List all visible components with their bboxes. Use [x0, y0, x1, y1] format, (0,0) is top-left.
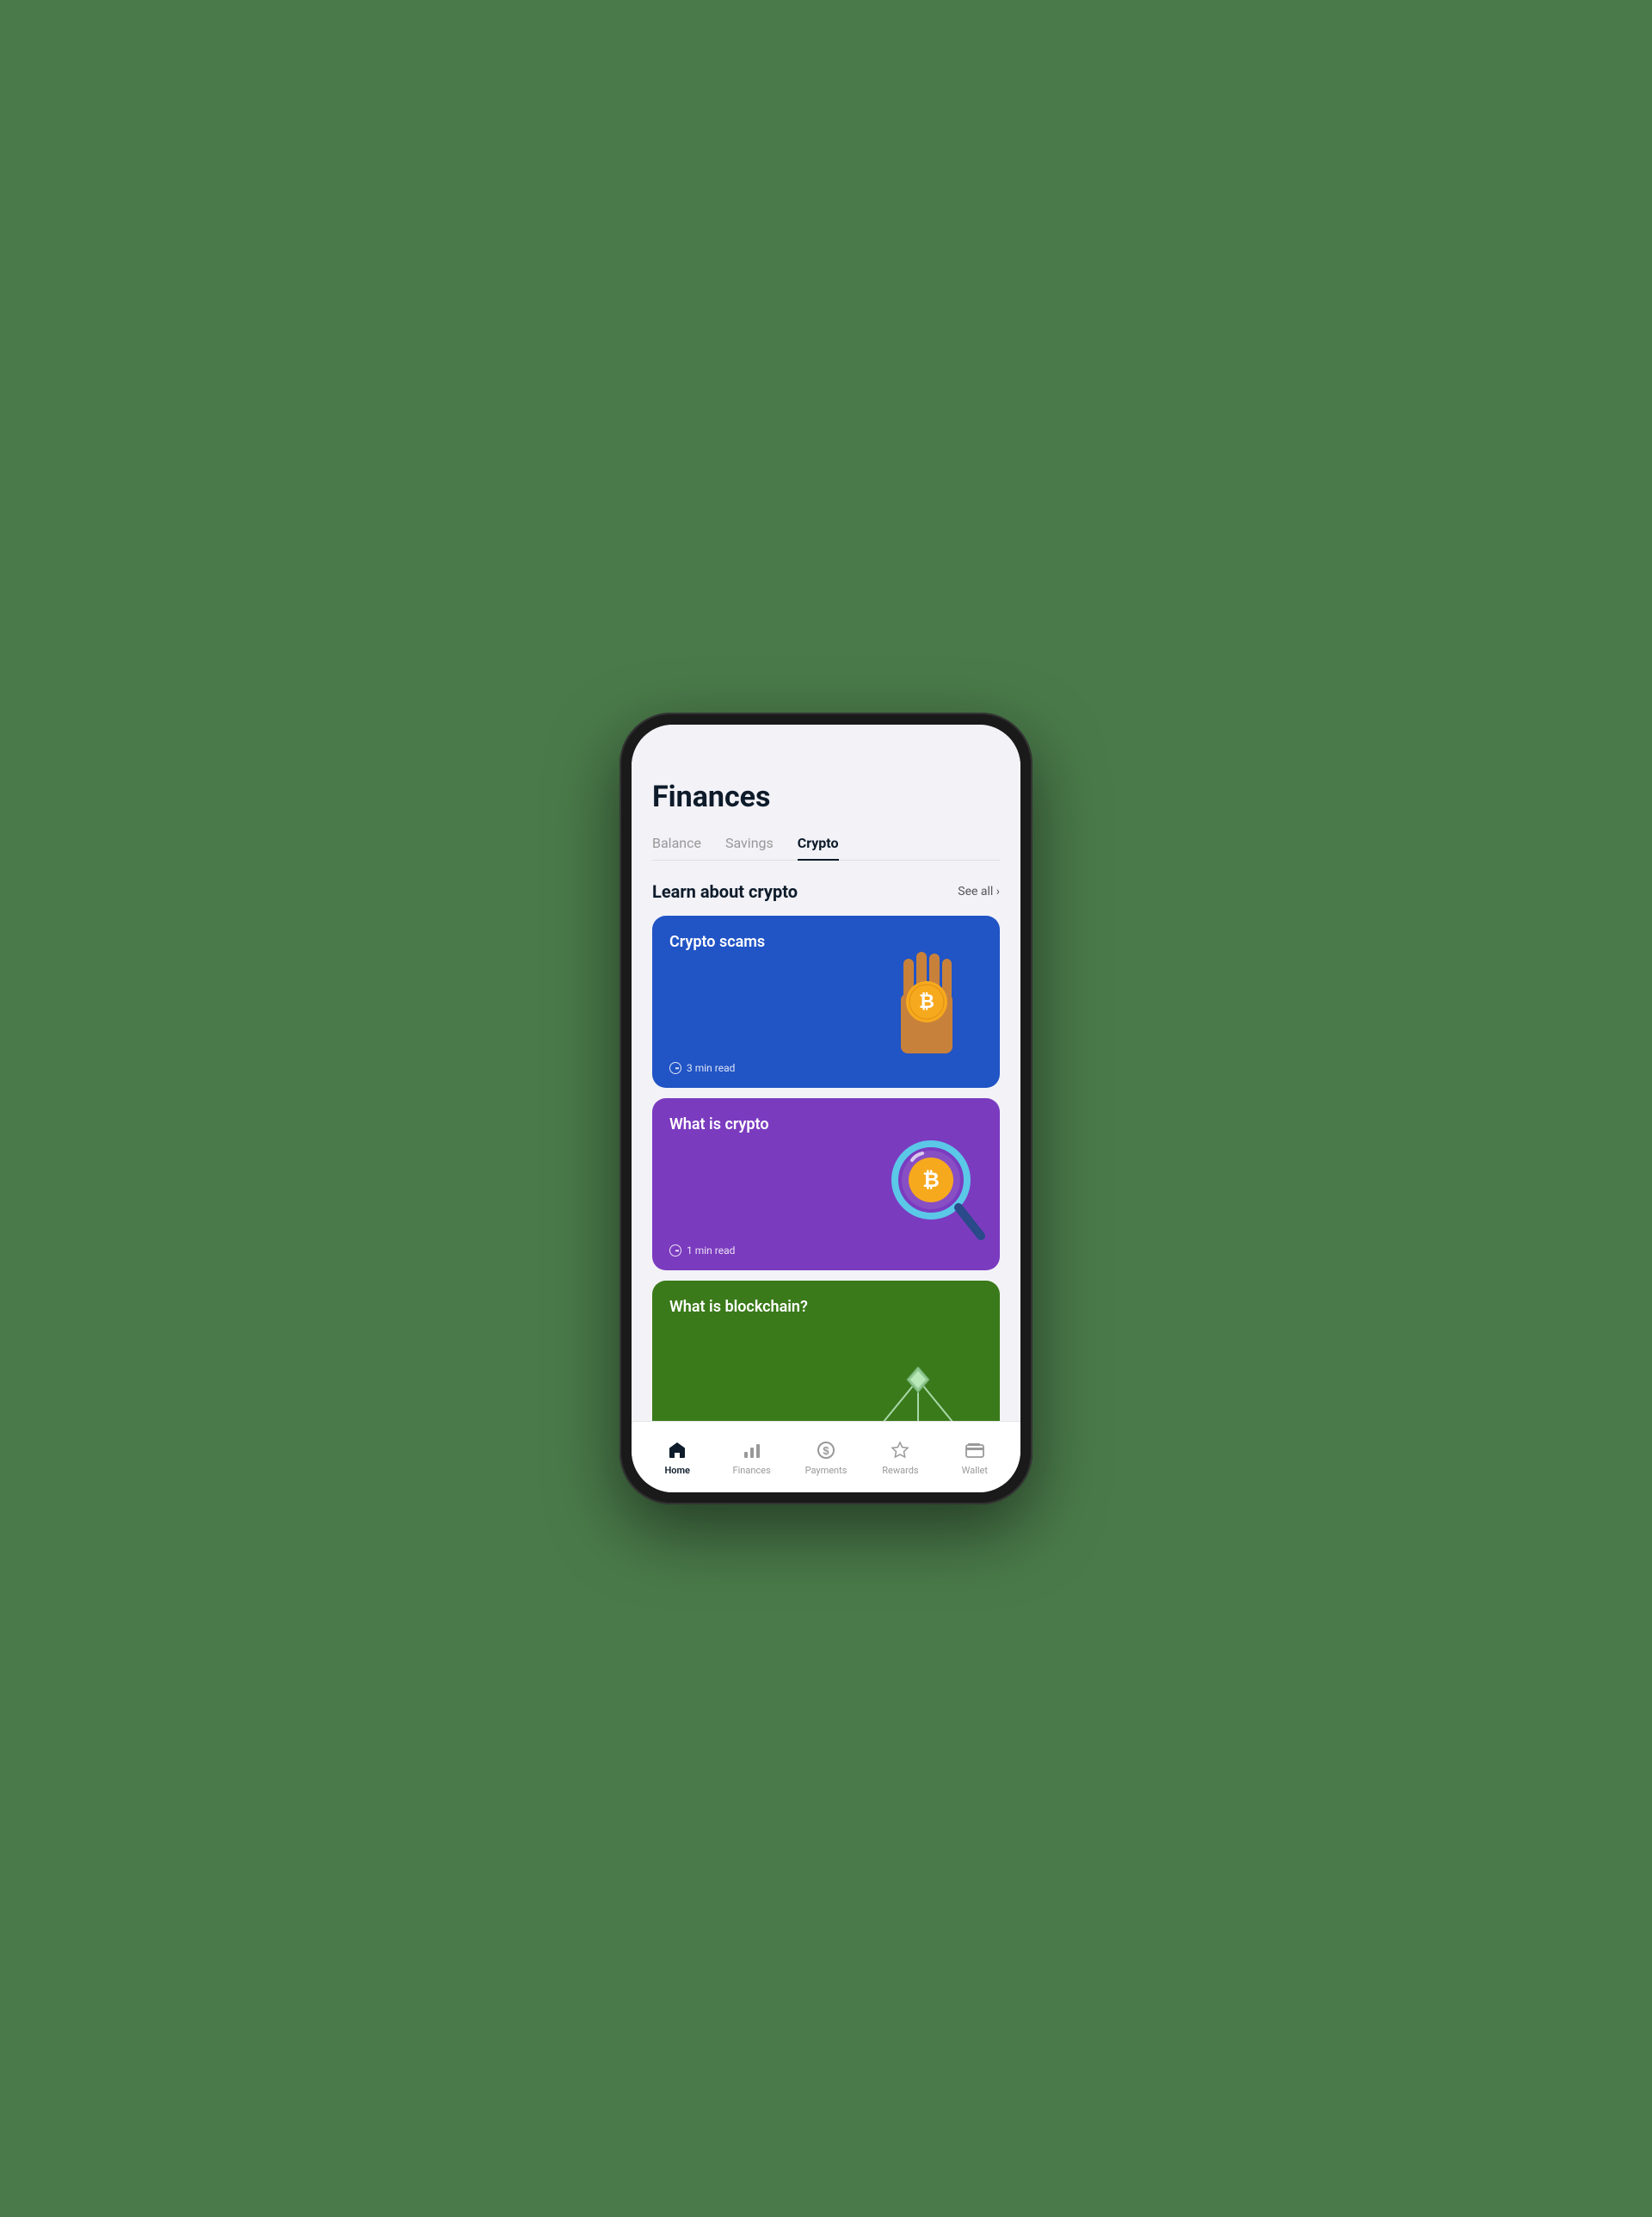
bottom-nav: Home Finances $: [632, 1421, 1020, 1492]
status-bar: [632, 725, 1020, 763]
hand-bitcoin-illustration: ₿: [871, 924, 983, 1062]
nav-home[interactable]: Home: [640, 1439, 714, 1476]
nav-payments[interactable]: $ Payments: [789, 1439, 863, 1476]
blockchain-illustration: [862, 1367, 974, 1421]
tab-balance[interactable]: Balance: [652, 835, 701, 860]
card-read-time: 1 min read: [669, 1244, 735, 1257]
wallet-icon: [964, 1439, 986, 1461]
phone-screen: Finances Balance Savings Crypto Learn ab…: [632, 725, 1020, 1492]
svg-text:₿: ₿: [919, 991, 934, 1012]
section-title: Learn about crypto: [652, 881, 798, 902]
cards-container: Crypto scams ₿: [652, 916, 1000, 1421]
content-area: Finances Balance Savings Crypto Learn ab…: [632, 763, 1020, 1421]
payments-icon: $: [815, 1439, 837, 1461]
card-title: What is crypto: [669, 1115, 769, 1133]
finances-icon: [741, 1439, 763, 1461]
see-all-link[interactable]: See all ›: [958, 885, 1000, 899]
card-title: Crypto scams: [669, 933, 765, 951]
card-what-is-crypto[interactable]: What is crypto ₿: [652, 1098, 1000, 1270]
card-crypto-scams[interactable]: Crypto scams ₿: [652, 916, 1000, 1088]
nav-wallet[interactable]: Wallet: [938, 1439, 1012, 1476]
nav-rewards[interactable]: Rewards: [863, 1439, 937, 1476]
page-title: Finances: [652, 780, 1000, 814]
home-icon: [666, 1439, 688, 1461]
section-header: Learn about crypto See all ›: [652, 881, 1000, 902]
rewards-icon: [889, 1439, 911, 1461]
clock-icon: [669, 1062, 681, 1074]
nav-payments-label: Payments: [805, 1465, 848, 1476]
nav-home-label: Home: [664, 1465, 690, 1476]
clock-icon: [669, 1244, 681, 1257]
tab-crypto[interactable]: Crypto: [798, 835, 839, 860]
card-blockchain[interactable]: What is blockchain?: [652, 1281, 1000, 1421]
phone-frame: Finances Balance Savings Crypto Learn ab…: [620, 713, 1032, 1504]
tabs-bar: Balance Savings Crypto: [652, 835, 1000, 861]
nav-finances-label: Finances: [733, 1465, 771, 1476]
nav-finances[interactable]: Finances: [714, 1439, 788, 1476]
svg-text:$: $: [823, 1444, 829, 1457]
nav-wallet-label: Wallet: [962, 1465, 988, 1476]
magnifier-illustration: ₿: [871, 1124, 991, 1253]
card-read-time: 3 min read: [669, 1062, 735, 1074]
svg-text:₿: ₿: [922, 1169, 940, 1192]
tab-savings[interactable]: Savings: [725, 835, 774, 860]
card-title: What is blockchain?: [669, 1298, 808, 1316]
nav-rewards-label: Rewards: [882, 1465, 918, 1476]
